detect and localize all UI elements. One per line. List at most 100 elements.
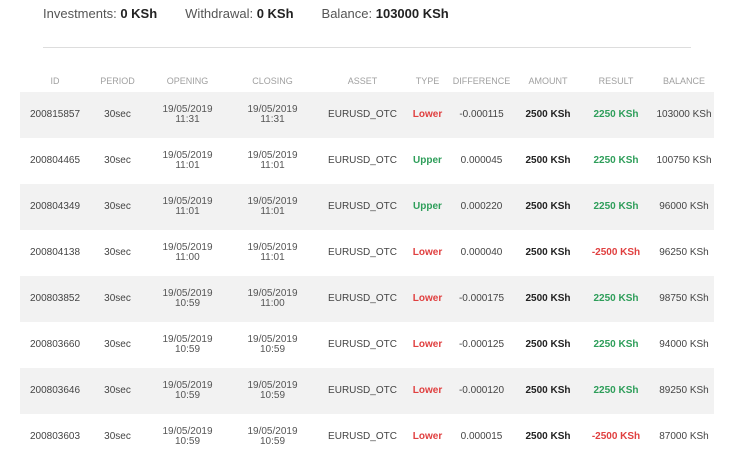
trade-id: 200803852 (20, 276, 90, 322)
trade-type: Upper (410, 184, 445, 230)
opening-time: 10:59 (174, 344, 201, 355)
trade-amount: 2500 KSh (518, 414, 578, 460)
trade-asset: EURUSD_OTC (315, 414, 410, 460)
trade-result: 2250 KSh (578, 276, 654, 322)
trade-result: 2250 KSh (578, 322, 654, 368)
closing-time: 10:59 (259, 390, 286, 401)
trade-amount: 2500 KSh (518, 230, 578, 276)
trade-asset: EURUSD_OTC (315, 92, 410, 138)
trade-balance: 96000 KSh (654, 184, 714, 230)
closing-datetime: 19/05/2019 11:31 (230, 92, 315, 138)
opening-datetime: 19/05/2019 10:59 (145, 276, 230, 322)
opening-datetime: 19/05/2019 11:01 (145, 138, 230, 184)
trade-difference: -0.000125 (445, 322, 518, 368)
trade-type: Lower (410, 414, 445, 460)
table-row[interactable]: 200803603 30sec 19/05/2019 10:59 19/05/2019 1… (20, 414, 714, 460)
trade-difference: 0.000220 (445, 184, 518, 230)
opening-datetime: 19/05/2019 11:00 (145, 230, 230, 276)
opening-time: 11:00 (175, 252, 200, 263)
trade-result: 2250 KSh (578, 92, 654, 138)
trade-period: 30sec (90, 414, 145, 460)
trade-asset: EURUSD_OTC (315, 184, 410, 230)
closing-datetime: 19/05/2019 10:59 (230, 414, 315, 460)
column-header-balance[interactable]: BALANCE (654, 70, 714, 92)
trade-difference: -0.000120 (445, 368, 518, 414)
trade-asset: EURUSD_OTC (315, 322, 410, 368)
table-row[interactable]: 200803646 30sec 19/05/2019 10:59 19/05/2019 1… (20, 368, 714, 414)
trade-amount: 2500 KSh (518, 368, 578, 414)
column-header-period[interactable]: PERIOD (90, 70, 145, 92)
trade-asset: EURUSD_OTC (315, 230, 410, 276)
summary-divider (43, 47, 691, 48)
column-header-amount[interactable]: AMOUNT (518, 70, 578, 92)
trade-period: 30sec (90, 138, 145, 184)
trade-type: Lower (410, 276, 445, 322)
trade-type: Upper (410, 138, 445, 184)
trade-period: 30sec (90, 276, 145, 322)
trade-balance: 89250 KSh (654, 368, 714, 414)
account-summary: Investments: 0 KSh Withdrawal: 0 KSh Bal… (43, 6, 449, 21)
closing-time: 10:59 (259, 344, 286, 355)
trade-result: -2500 KSh (578, 230, 654, 276)
trade-result: -2500 KSh (578, 414, 654, 460)
column-header-id[interactable]: ID (20, 70, 90, 92)
closing-time: 11:00 (260, 298, 285, 309)
trade-asset: EURUSD_OTC (315, 138, 410, 184)
closing-datetime: 19/05/2019 11:01 (230, 230, 315, 276)
column-header-closing[interactable]: CLOSING (230, 70, 315, 92)
balance-value: 103000 KSh (375, 6, 449, 21)
trade-period: 30sec (90, 184, 145, 230)
opening-time: 10:59 (174, 298, 201, 309)
table-row[interactable]: 200815857 30sec 19/05/2019 11:31 19/05/2019 1… (20, 92, 714, 138)
trade-id: 200804138 (20, 230, 90, 276)
opening-time: 11:01 (175, 206, 200, 217)
table-row[interactable]: 200803852 30sec 19/05/2019 10:59 19/05/2019 1… (20, 276, 714, 322)
closing-datetime: 19/05/2019 11:01 (230, 184, 315, 230)
investments-value: 0 KSh (120, 6, 158, 21)
withdrawal-label: Withdrawal: (185, 6, 257, 21)
trade-difference: -0.000175 (445, 276, 518, 322)
withdrawal-summary: Withdrawal: 0 KSh (185, 6, 293, 21)
trade-id: 200803603 (20, 414, 90, 460)
balance-summary: Balance: 103000 KSh (322, 6, 449, 21)
table-row[interactable]: 200803660 30sec 19/05/2019 10:59 19/05/2019 1… (20, 322, 714, 368)
trade-amount: 2500 KSh (518, 184, 578, 230)
trade-difference: 0.000015 (445, 414, 518, 460)
trade-period: 30sec (90, 92, 145, 138)
closing-time: 11:31 (260, 114, 285, 125)
trade-period: 30sec (90, 368, 145, 414)
closing-datetime: 19/05/2019 10:59 (230, 368, 315, 414)
table-header-row: ID PERIOD OPENING CLOSING ASSET TYPE DIF… (20, 70, 714, 92)
column-header-asset[interactable]: ASSET (315, 70, 410, 92)
trade-id: 200815857 (20, 92, 90, 138)
column-header-result[interactable]: RESULT (578, 70, 654, 92)
column-header-type[interactable]: TYPE (410, 70, 445, 92)
table-row[interactable]: 200804349 30sec 19/05/2019 11:01 19/05/2019 1… (20, 184, 714, 230)
opening-datetime: 19/05/2019 11:31 (145, 92, 230, 138)
trade-type: Lower (410, 92, 445, 138)
trade-balance: 98750 KSh (654, 276, 714, 322)
trade-id: 200804465 (20, 138, 90, 184)
trade-balance: 100750 KSh (654, 138, 714, 184)
opening-datetime: 19/05/2019 11:01 (145, 184, 230, 230)
closing-time: 11:01 (260, 206, 285, 217)
withdrawal-value: 0 KSh (256, 6, 294, 21)
trade-amount: 2500 KSh (518, 92, 578, 138)
column-header-opening[interactable]: OPENING (145, 70, 230, 92)
trade-result: 2250 KSh (578, 368, 654, 414)
trade-balance: 103000 KSh (654, 92, 714, 138)
trade-history-table: ID PERIOD OPENING CLOSING ASSET TYPE DIF… (20, 70, 714, 460)
trade-id: 200804349 (20, 184, 90, 230)
trade-balance: 94000 KSh (654, 322, 714, 368)
column-header-difference[interactable]: DIFFERENCE (445, 70, 518, 92)
table-row[interactable]: 200804138 30sec 19/05/2019 11:00 19/05/2019 1… (20, 230, 714, 276)
closing-datetime: 19/05/2019 11:01 (230, 138, 315, 184)
trade-amount: 2500 KSh (518, 138, 578, 184)
table-row[interactable]: 200804465 30sec 19/05/2019 11:01 19/05/2019 1… (20, 138, 714, 184)
trade-balance: 87000 KSh (654, 414, 714, 460)
trade-amount: 2500 KSh (518, 322, 578, 368)
trade-amount: 2500 KSh (518, 276, 578, 322)
investments-summary: Investments: 0 KSh (43, 6, 157, 21)
trade-result: 2250 KSh (578, 184, 654, 230)
closing-time: 11:01 (260, 252, 285, 263)
